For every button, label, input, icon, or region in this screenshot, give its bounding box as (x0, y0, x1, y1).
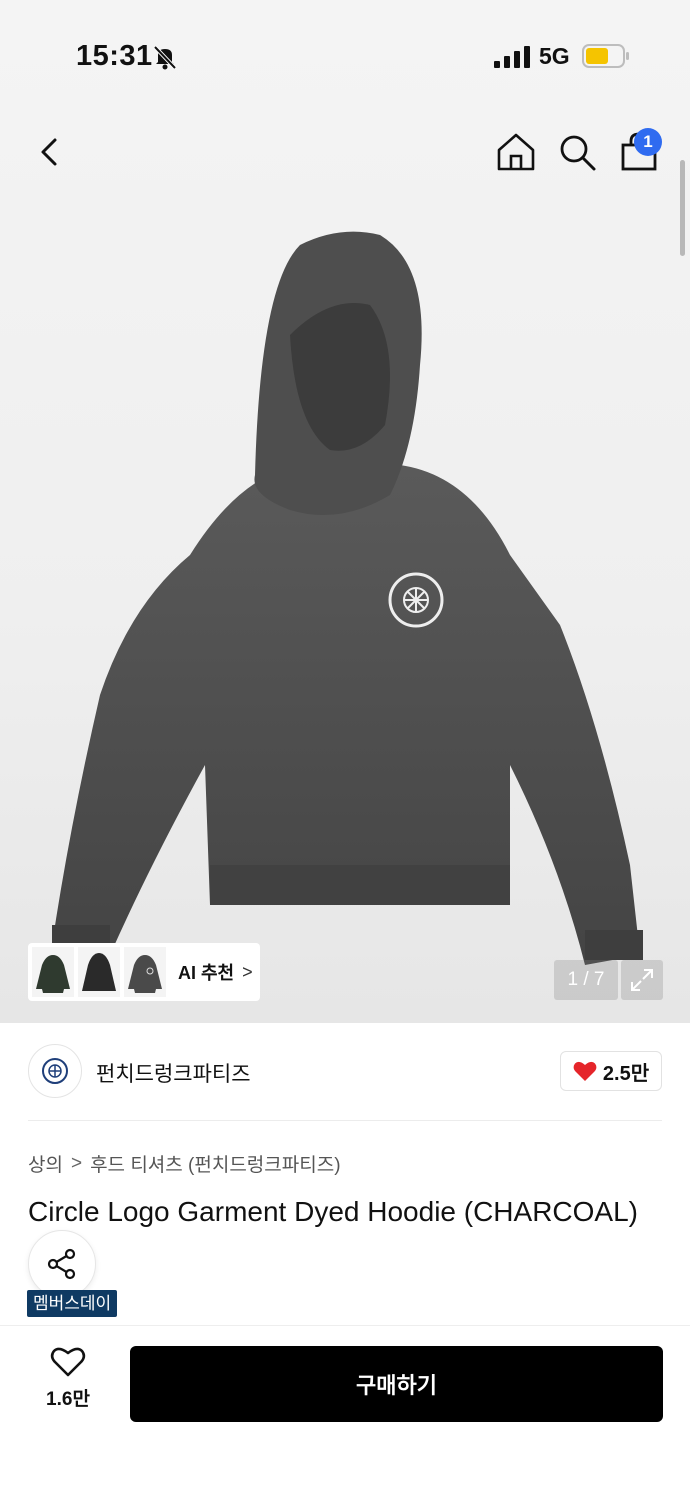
breadcrumb: 상의 > 후드 티셔츠 (펀치드렁크파티즈) (28, 1150, 341, 1177)
wishlist-button[interactable]: 1.6만 (28, 1346, 108, 1426)
recommend-thumbnail (78, 947, 120, 997)
search-icon[interactable] (555, 130, 599, 174)
promo-tag: 멤버스데이 (27, 1290, 118, 1317)
cart-count-badge: 1 (634, 128, 662, 156)
signal-icon (494, 46, 530, 68)
ai-recommend-button[interactable]: AI 추천 > (28, 943, 260, 1001)
wishlist-count: 1.6만 (46, 1389, 90, 1410)
bell-off-icon (153, 45, 177, 70)
ai-recommend-label: AI 추천 (178, 963, 235, 983)
home-icon[interactable] (494, 130, 538, 174)
breadcrumb-item-category[interactable]: 상의 (28, 1150, 63, 1177)
top-navigation (0, 120, 690, 184)
brand-logo-icon (42, 1058, 68, 1084)
chevron-right-icon: > (70, 1152, 83, 1174)
network-label: 5G (539, 43, 570, 69)
heart-outline-icon (50, 1347, 86, 1377)
brand-name[interactable]: 펀치드렁크파티즈 (96, 1058, 251, 1088)
brand-row[interactable]: 펀치드렁크파티즈 2.5만 (28, 1040, 662, 1104)
hoodie-thumbnail-image (128, 955, 162, 993)
product-title: Circle Logo Garment Dyed Hoodie (CHARCOA… (28, 1196, 638, 1227)
recommend-thumbnail (32, 947, 74, 997)
share-button[interactable] (28, 1230, 96, 1298)
brand-like-count: 2.5만 (602, 1062, 650, 1085)
image-pager: 1 / 7 (554, 960, 618, 1000)
expand-image-button[interactable] (621, 960, 663, 1000)
buy-button[interactable]: 구매하기 (130, 1346, 663, 1422)
status-bar: 15:31 5G (0, 0, 690, 110)
recommend-thumbnail (124, 947, 166, 997)
status-time: 15:31 (76, 40, 153, 72)
share-icon (47, 1248, 76, 1280)
back-arrow-icon[interactable] (28, 130, 72, 174)
expand-icon (631, 969, 653, 991)
battery-icon (582, 44, 629, 68)
heart-filled-icon (573, 1061, 597, 1081)
breadcrumb-item-subcategory[interactable]: 후드 티셔츠 (펀치드렁크파티즈) (90, 1150, 340, 1177)
brand-logo[interactable] (28, 1044, 82, 1098)
hoodie-product-image (52, 231, 643, 965)
divider (28, 1120, 662, 1121)
scrollbar[interactable] (680, 160, 685, 256)
brand-like-button[interactable]: 2.5만 (560, 1051, 662, 1091)
hoodie-thumbnail-image (36, 955, 70, 993)
chevron-right-icon: > (242, 961, 253, 982)
hoodie-thumbnail-image (82, 953, 116, 991)
bottom-action-bar: 1.6만 구매하기 (0, 1325, 690, 1500)
